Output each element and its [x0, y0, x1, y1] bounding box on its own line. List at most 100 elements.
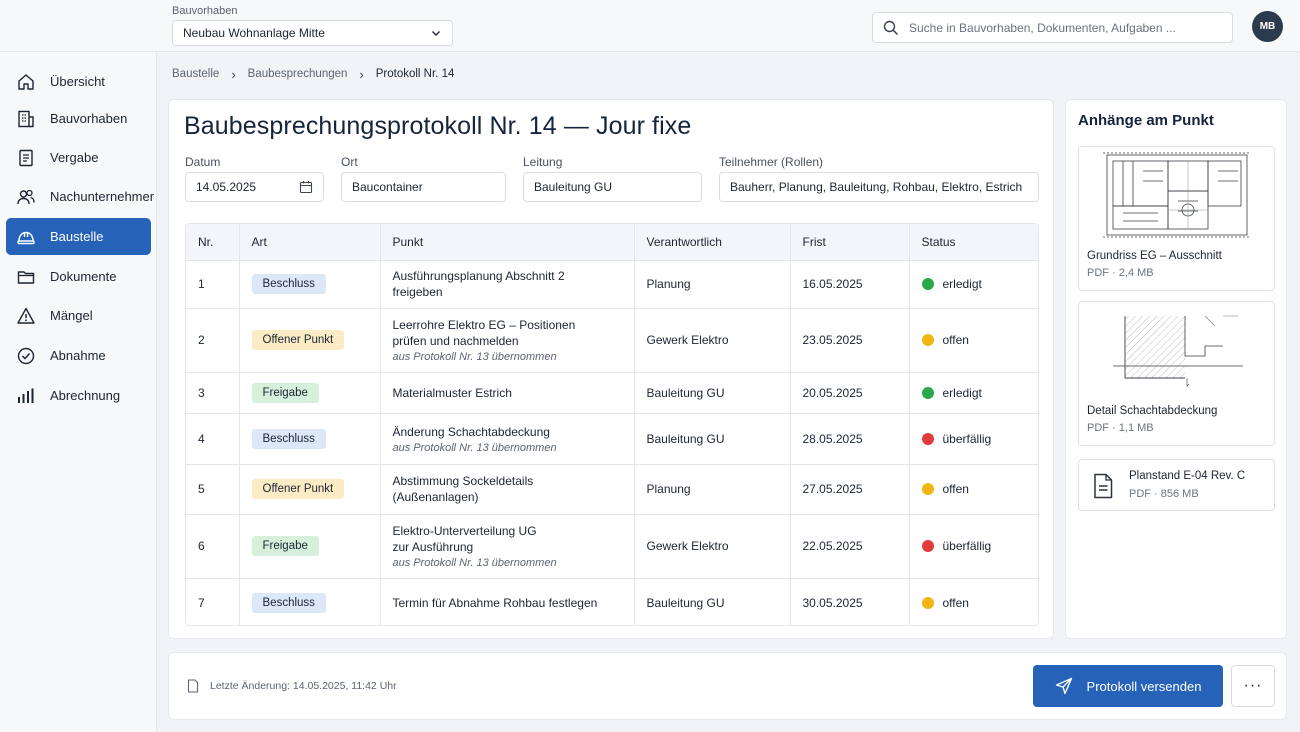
column-header-nr[interactable]: Nr.	[186, 224, 240, 260]
leitung-field[interactable]: Bauleitung GU	[523, 172, 702, 202]
datum-field[interactable]: 14.05.2025	[185, 172, 324, 202]
cell-nr: 5	[186, 463, 240, 514]
cell-nr: 7	[186, 577, 240, 625]
table-row[interactable]: 6 Freigabe Elektro-Unterverteilung UG zur A…	[186, 513, 1038, 578]
cell-nr: 1	[186, 259, 240, 308]
check-circle-icon	[17, 347, 35, 364]
attachment-name: Detail Schachtabdeckung	[1087, 405, 1218, 417]
breadcrumb-item-baustelle[interactable]: Baustelle	[172, 68, 219, 80]
sidebar-item-label: Nachunternehmer	[50, 189, 155, 204]
sidebar-item-label: Dokumente	[50, 269, 117, 284]
cell-frist: 30.05.2025	[790, 577, 910, 625]
status-label: überfällig	[942, 431, 992, 446]
ort-value: Baucontainer	[352, 180, 423, 194]
sidebar-item-label: Abrechnung	[50, 388, 121, 403]
cell-frist: 27.05.2025	[790, 463, 910, 514]
sidebar-item-label: Baustelle	[50, 229, 104, 244]
art-badge: Freigabe	[251, 536, 319, 556]
cell-frist: 22.05.2025	[790, 513, 910, 578]
status-dot	[921, 334, 934, 346]
cell-nr: 6	[186, 513, 240, 578]
cell-verantwortlich: Planung	[634, 463, 791, 514]
sidebar-item-baustelle[interactable]: Baustelle	[6, 218, 151, 255]
sidebar-item-uebersicht[interactable]: Übersicht	[6, 63, 151, 100]
table-row[interactable]: 4 Beschluss Änderung Schachtabdeckung aus P…	[186, 412, 1038, 464]
cell-nr: 3	[186, 371, 240, 413]
project-label: Bauvorhaben	[172, 5, 238, 17]
attachment-detail[interactable]: Detail Schachtabdeckung PDF · 1,1 MB	[1078, 301, 1275, 446]
sidebar-item-nachunternehmer[interactable]: Nachunternehmer	[6, 178, 155, 215]
avatar[interactable]: MB	[1252, 11, 1283, 42]
punkt-text: Materialmuster Estrich	[392, 385, 512, 400]
status-dot	[921, 483, 934, 495]
search-icon	[883, 20, 899, 35]
column-header-status[interactable]: Status	[909, 224, 1038, 260]
table-row[interactable]: 5 Offener Punkt Abstimmung Sockeldetails (A…	[186, 463, 1038, 514]
project-select[interactable]: Neubau Wohnanlage Mitte	[172, 20, 453, 46]
cell-nr: 4	[186, 412, 240, 464]
attachment-grundriss[interactable]: Grundriss EG – Ausschnitt PDF · 2,4 MB	[1078, 146, 1275, 291]
table-row[interactable]: 2 Offener Punkt Leerrohre Elektro EG – Pos…	[186, 307, 1038, 372]
teilnehmer-label: Teilnehmer (Rollen)	[719, 155, 824, 169]
sidebar-item-maengel[interactable]: Mängel	[6, 297, 151, 334]
file-icon	[1094, 473, 1113, 499]
attachment-name: Planstand E-04 Rev. C	[1129, 470, 1246, 482]
send-protocol-label: Protokoll versenden	[1086, 678, 1202, 694]
sidebar-item-label: Abnahme	[50, 348, 106, 363]
building-icon	[18, 110, 34, 127]
ort-field[interactable]: Baucontainer	[341, 172, 506, 202]
table-row[interactable]: 3 Freigabe Materialmuster Estrich Bauleitun…	[186, 371, 1038, 413]
cell-frist: 23.05.2025	[790, 307, 910, 372]
cell-punkt: Abstimmung Sockeldetails (Außenanlagen)	[380, 463, 635, 514]
punkt-text: zur Ausführung	[392, 540, 474, 554]
more-options-button[interactable]: ···	[1231, 665, 1275, 707]
cell-status: erledigt	[909, 371, 1038, 413]
project-select-value: Neubau Wohnanlage Mitte	[183, 26, 325, 40]
art-badge: Offener Punkt	[251, 479, 345, 499]
punkt-text: prüfen und nachmelden	[392, 334, 519, 348]
punkt-origin-note: aus Protokoll Nr. 13 übernommen	[392, 351, 557, 363]
table-row[interactable]: 1 Beschluss Ausführungsplanung Abschnitt 2…	[186, 259, 1038, 308]
attachment-planstand[interactable]: Planstand E-04 Rev. C PDF · 856 MB	[1078, 459, 1275, 511]
breadcrumb-item-baubesprechungen[interactable]: Baubesprechungen	[248, 68, 348, 80]
users-icon	[17, 189, 35, 204]
sidebar-item-abrechnung[interactable]: Abrechnung	[6, 377, 151, 414]
calendar-icon[interactable]	[299, 180, 313, 194]
status-label: offen	[942, 333, 969, 347]
column-header-punkt[interactable]: Punkt	[380, 224, 635, 260]
table-row[interactable]: 7 Beschluss Termin für Abnahme Rohbau fest…	[186, 577, 1038, 625]
search-input[interactable]	[909, 20, 1222, 35]
punkt-text: Leerrohre Elektro EG – Positionen	[392, 318, 576, 332]
cell-frist: 16.05.2025	[790, 259, 910, 308]
chevron-right-icon: ›	[231, 66, 236, 82]
send-protocol-button[interactable]: Protokoll versenden	[1033, 665, 1223, 707]
cell-punkt: Ausführungsplanung Abschnitt 2 freigeben	[380, 259, 635, 308]
cell-art: Beschluss	[239, 412, 381, 464]
sidebar-item-dokumente[interactable]: Dokumente	[6, 258, 151, 295]
status-label: überfällig	[942, 539, 992, 553]
breadcrumb-item-current: Protokoll Nr. 14	[375, 68, 455, 80]
column-header-verantwortlich[interactable]: Verantwortlich	[634, 224, 791, 260]
cell-nr: 2	[186, 307, 240, 372]
sidebar-item-abnahme[interactable]: Abnahme	[6, 337, 151, 374]
status-dot	[921, 540, 934, 552]
attachment-meta: PDF · 2,4 MB	[1087, 267, 1154, 279]
detail-drawing-thumbnail	[1113, 315, 1243, 387]
status-dot	[921, 278, 934, 290]
column-header-art[interactable]: Art	[239, 224, 381, 260]
teilnehmer-field[interactable]: Bauherr, Planung, Bauleitung, Rohbau, El…	[719, 172, 1039, 202]
attachment-meta: PDF · 856 MB	[1129, 488, 1199, 500]
sidebar-item-bauvorhaben[interactable]: Bauvorhaben	[6, 100, 151, 137]
chevron-right-icon: ›	[359, 66, 364, 82]
status-dot	[921, 432, 934, 445]
search-box[interactable]	[872, 12, 1233, 43]
warning-icon	[17, 307, 35, 324]
cell-verantwortlich: Bauleitung GU	[634, 412, 791, 464]
column-header-frist[interactable]: Frist	[790, 224, 910, 260]
sidebar-item-vergabe[interactable]: Vergabe	[6, 139, 151, 176]
art-badge: Offener Punkt	[251, 330, 345, 350]
send-icon	[1055, 677, 1072, 695]
home-icon	[18, 73, 34, 90]
teilnehmer-value: Bauherr, Planung, Bauleitung, Rohbau, El…	[730, 180, 1023, 194]
leitung-value: Bauleitung GU	[534, 180, 613, 194]
